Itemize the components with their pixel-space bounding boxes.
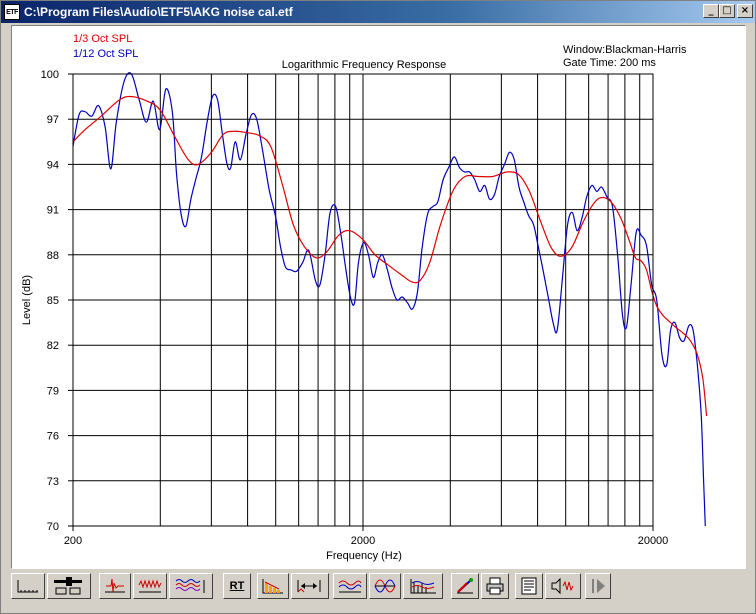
y-tick-label: 82 [47,340,59,352]
play-arrow-icon [592,579,605,593]
energy-button[interactable] [133,573,167,599]
gate-time-label: Gate Time: 200 ms [563,57,656,69]
x-tick-label: 20000 [638,535,669,547]
impulse-icon [105,578,125,593]
y-tick-labels: 70 73 76 79 82 85 88 91 94 97 100 [41,69,59,533]
y-tick-label: 97 [47,114,59,126]
axis-lines-icon [17,580,38,593]
y-tick-label: 79 [47,385,59,397]
gate-icon [297,580,321,593]
spectrogram-icon [410,579,436,594]
slider-settings-button[interactable] [47,573,91,599]
impulse-axis-button[interactable] [11,573,45,599]
speaker-wave-icon [551,577,574,595]
frequency-response-chart: 70 73 76 79 82 85 88 91 94 97 100 200 2000 20000 1/3… [21,33,708,562]
y-tick-label: 88 [47,250,59,262]
rt60-button[interactable]: RT [223,573,251,599]
spectrogram-button[interactable] [403,573,443,599]
waterfall-button[interactable] [169,573,213,599]
y-axis-label: Level (dB) [21,275,33,325]
x-tick-labels: 200 2000 20000 [64,535,668,547]
x-tick-label: 200 [64,535,82,547]
y-tick-label: 73 [47,476,59,488]
legend-label-twelfth-oct: 1/12 Oct SPL [73,48,138,60]
legend-label-third-oct: 1/3 Oct SPL [73,33,132,45]
minimize-button[interactable]: _ [703,4,719,18]
histogram-button[interactable] [257,573,289,599]
speaker-play-button[interactable] [545,573,581,599]
freq-response-button[interactable] [333,573,367,599]
chart-grid [68,73,654,531]
chart-title: Logarithmic Frequency Response [282,59,446,71]
series-third-octave-spl [72,95,708,417]
toolbar: RT [11,572,746,604]
y-tick-label: 94 [47,159,59,171]
y-tick-label: 70 [47,521,59,533]
run-button[interactable] [585,573,611,599]
window-title: C:\Program Files\Audio\ETF5\AKG noise ca… [24,5,293,19]
close-button[interactable]: × [737,4,753,18]
gate-button[interactable] [291,573,329,599]
y-tick-label: 91 [47,205,59,217]
app-window: ETF C:\Program Files\Audio\ETF5\AKG nois… [0,0,756,614]
chart-series [72,72,708,527]
document-icon [521,577,537,595]
notes-button[interactable] [515,573,543,599]
phase-icon [374,579,396,593]
color-tool-button[interactable] [451,573,479,599]
maximize-button[interactable]: □ [719,4,735,18]
window-type-label: Window:Blackman-Harris [563,44,687,56]
plot-panel: 70 73 76 79 82 85 88 91 94 97 100 200 2000 20000 1/3… [11,25,746,569]
frequency-curve-icon [338,580,362,593]
impulse-button[interactable] [99,573,131,599]
y-tick-label: 100 [41,69,59,81]
y-tick-label: 76 [47,431,59,443]
series-twelfth-octave-spl [72,72,706,527]
app-icon[interactable]: ETF [4,4,20,20]
energy-icon [138,579,162,593]
x-axis-label: Frequency (Hz) [326,550,402,562]
slider-icon [54,577,82,595]
print-button[interactable] [481,573,509,599]
y-tick-label: 85 [47,295,59,307]
histogram-icon [262,579,283,594]
waterfall-icon [175,579,205,593]
phase-button[interactable] [369,573,401,599]
x-tick-label: 2000 [351,535,375,547]
color-wand-icon [457,578,473,594]
title-bar[interactable]: ETF C:\Program Files\Audio\ETF5\AKG nois… [1,1,755,23]
printer-icon [486,577,504,595]
